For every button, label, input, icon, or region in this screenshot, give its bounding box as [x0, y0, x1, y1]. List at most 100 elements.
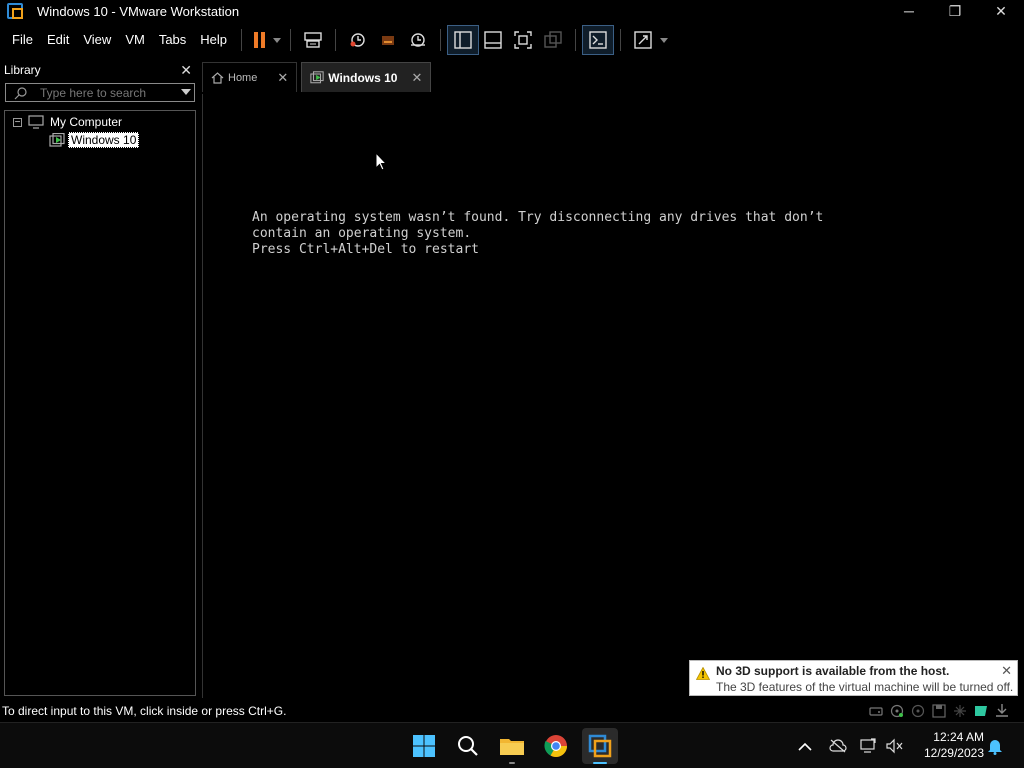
search-icon: [14, 86, 27, 99]
vm-running-icon: [49, 133, 65, 147]
menu-bar: File Edit View VM Tabs Help: [0, 24, 1024, 56]
running-indicator: [509, 762, 515, 764]
title-bar: Windows 10 - VMware Workstation ─ ❐ ✕: [0, 0, 1024, 22]
tab-windows-10-close-button[interactable]: ✕: [411, 70, 422, 86]
revert-icon: [382, 36, 395, 45]
floppy-cd-icon[interactable]: [910, 703, 926, 718]
menu-tabs[interactable]: Tabs: [152, 24, 193, 56]
menu-edit[interactable]: Edit: [40, 24, 76, 56]
send-ctrl-alt-del-button[interactable]: [298, 26, 328, 54]
menu-view[interactable]: View: [76, 24, 118, 56]
library-header: Library ✕: [0, 60, 198, 80]
taskbar-clock[interactable]: 12:24 AM 12/29/2023: [914, 729, 984, 761]
notification-close-button[interactable]: ✕: [1001, 663, 1012, 679]
show-library-button[interactable]: [447, 25, 480, 55]
library-title: Library: [4, 63, 41, 77]
clock-time: 12:24 AM: [933, 730, 984, 744]
toolbar-separator: [620, 29, 622, 51]
show-hidden-icons-button[interactable]: [796, 737, 814, 755]
snapshot-manager-button[interactable]: [403, 26, 433, 54]
toolbar-separator: [440, 29, 442, 51]
mouse-pointer-icon: [375, 152, 387, 171]
menu-help[interactable]: Help: [193, 24, 234, 56]
menu-vm[interactable]: VM: [118, 24, 152, 56]
show-thumbnail-bar-button[interactable]: [478, 26, 508, 54]
vmware-app-icon[interactable]: [7, 3, 23, 19]
no-3d-support-notification: No 3D support is available from the host…: [689, 660, 1018, 696]
minimize-icon: ─: [904, 3, 914, 19]
toolbar-separator: [290, 29, 292, 51]
speaker-muted-icon: [886, 738, 903, 754]
search-dropdown-icon[interactable]: [181, 89, 191, 95]
cd-dvd-icon[interactable]: [889, 703, 905, 718]
running-indicator: [593, 762, 607, 764]
library-close-button[interactable]: ✕: [180, 62, 192, 79]
status-message: To direct input to this VM, click inside…: [2, 704, 287, 718]
chevron-down-icon: [660, 37, 669, 43]
unity-button[interactable]: [538, 26, 568, 54]
stretch-dropdown[interactable]: [658, 26, 670, 54]
onedrive-tray-icon[interactable]: [829, 737, 847, 755]
suspend-button[interactable]: [249, 26, 271, 54]
tree-label-windows-10: Windows 10: [68, 132, 140, 148]
chrome-button[interactable]: [538, 728, 574, 764]
search-icon: [458, 736, 478, 756]
windows-start-icon: [413, 735, 435, 757]
message-log-icon[interactable]: [994, 703, 1010, 718]
notification-body: The 3D features of the virtual machine w…: [716, 680, 1014, 694]
fullscreen-icon: [514, 31, 532, 49]
restore-icon: ❐: [948, 2, 962, 19]
tab-windows-10-label: Windows 10: [328, 70, 398, 85]
vm-running-icon: [310, 71, 324, 84]
network-tray-icon[interactable]: [860, 737, 878, 755]
windows-taskbar: 12:24 AM 12/29/2023: [0, 722, 1024, 768]
library-tree: − My Computer Windows 10: [4, 110, 196, 696]
stretch-icon: [634, 31, 652, 49]
tab-home[interactable]: Home ✕: [202, 62, 298, 92]
library-search-input[interactable]: [40, 85, 180, 100]
notification-center-button[interactable]: [986, 737, 1004, 755]
floppy-icon[interactable]: [931, 703, 947, 718]
take-snapshot-button[interactable]: [343, 26, 373, 54]
folder-icon: [500, 739, 524, 755]
tab-windows-10[interactable]: Windows 10 ✕: [301, 62, 432, 92]
window-title: Windows 10 - VMware Workstation: [37, 3, 240, 19]
menu-file[interactable]: File: [0, 24, 40, 56]
revert-snapshot-button[interactable]: [373, 26, 403, 54]
boot-error-message: An operating system wasn’t found. Try di…: [252, 210, 823, 258]
cloud-off-icon: [829, 739, 847, 753]
tree-collapse-toggle[interactable]: −: [13, 117, 22, 127]
library-search-box[interactable]: [5, 83, 195, 102]
vm-console[interactable]: An operating system wasn’t found. Try di…: [202, 94, 1022, 698]
snapshot-icon: [350, 33, 365, 47]
power-dropdown[interactable]: [271, 26, 283, 54]
close-button[interactable]: ✕: [978, 0, 1024, 22]
console-view-button[interactable]: [582, 25, 615, 55]
console-line: An operating system wasn’t found. Try di…: [252, 210, 824, 225]
vmware-taskbar-button[interactable]: [582, 728, 618, 764]
taskbar-search-button[interactable]: [450, 728, 486, 764]
file-explorer-button[interactable]: [494, 728, 530, 764]
hard-disk-icon[interactable]: [868, 703, 884, 718]
bell-icon: [988, 740, 1002, 755]
tab-home-close-button[interactable]: ✕: [277, 70, 288, 86]
warning-icon: [696, 667, 710, 680]
snapshot-manager-icon: [411, 33, 426, 47]
start-button[interactable]: [406, 728, 442, 764]
stretch-guest-button[interactable]: [628, 26, 658, 54]
minimize-button[interactable]: ─: [886, 0, 932, 22]
tree-label-my-computer: My Computer: [50, 115, 123, 129]
status-bar: To direct input to this VM, click inside…: [0, 700, 1024, 722]
volume-tray-icon[interactable]: [886, 737, 904, 755]
network-icon[interactable]: [952, 703, 968, 718]
full-screen-button[interactable]: [508, 26, 538, 54]
display-icon[interactable]: [973, 703, 989, 718]
toolbar-separator: [575, 29, 577, 51]
restore-button[interactable]: ❐: [932, 0, 978, 22]
vmware-icon: [588, 734, 612, 758]
pause-icon: [254, 32, 266, 48]
chrome-icon: [544, 735, 567, 757]
tree-item-my-computer[interactable]: − My Computer: [13, 113, 122, 131]
tree-item-windows-10[interactable]: Windows 10: [49, 131, 140, 149]
home-icon: [211, 71, 224, 84]
